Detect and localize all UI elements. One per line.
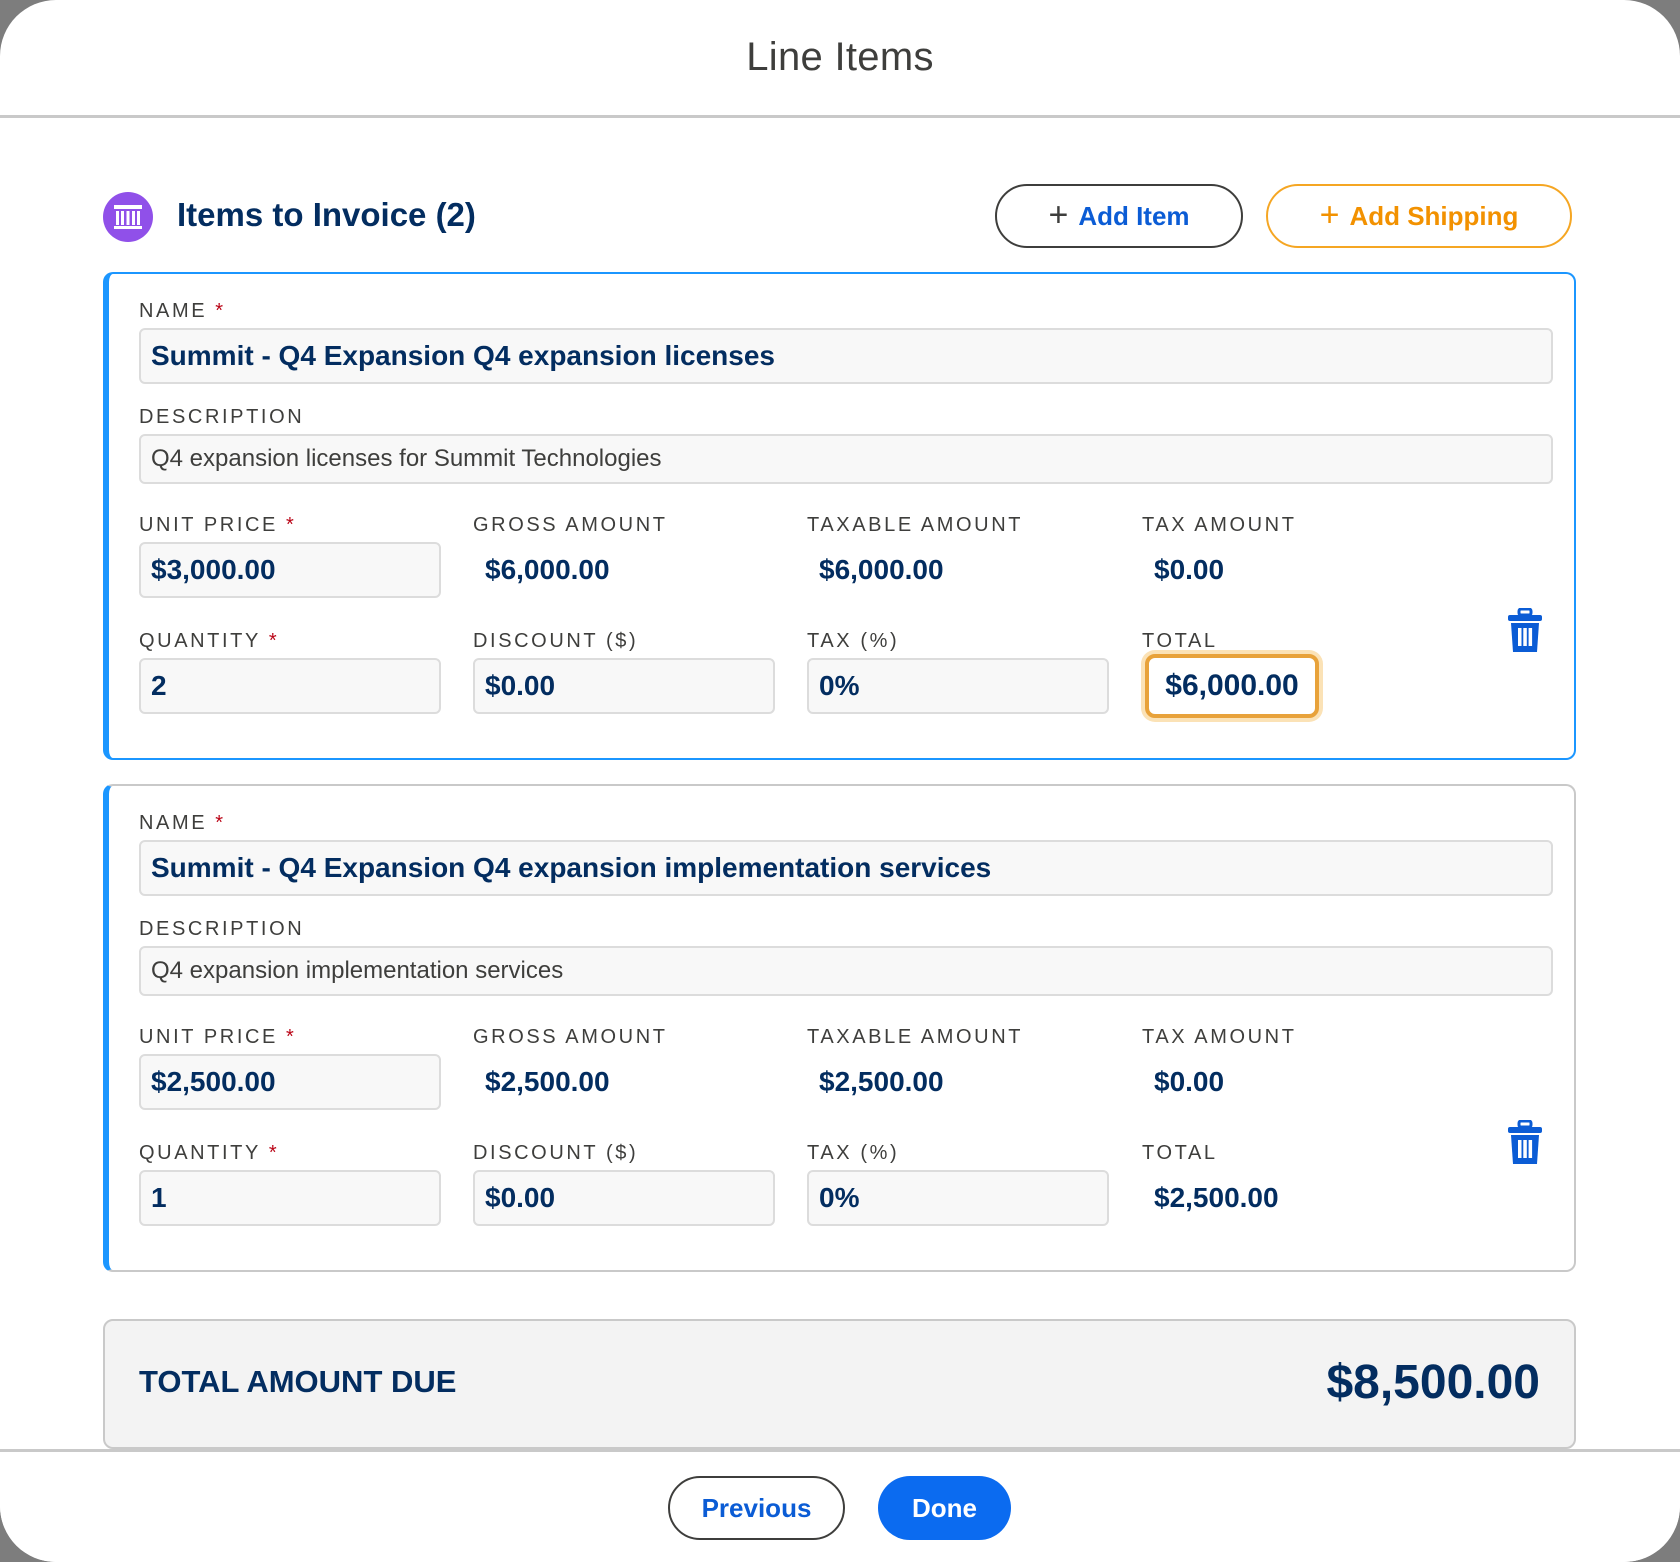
line-item-card: NAME * Summit - Q4 Expansion Q4 expansion… bbox=[103, 272, 1576, 760]
total-amount-due-value: $8,500.00 bbox=[1326, 1356, 1540, 1409]
modal-header: Line Items bbox=[0, 0, 1680, 118]
total-label: TOTAL bbox=[1142, 630, 1218, 652]
taxable-amount-label: TAXABLE AMOUNT bbox=[807, 514, 1024, 536]
required-mark: * bbox=[268, 630, 277, 652]
name-input[interactable]: Summit - Q4 Expansion Q4 expansion imple… bbox=[139, 840, 1553, 896]
quantity-label: QUANTITY * bbox=[139, 630, 277, 652]
unit-price-input[interactable]: $2,500.00 bbox=[139, 1054, 441, 1110]
required-mark: * bbox=[285, 514, 294, 536]
trash-icon[interactable] bbox=[1505, 1119, 1545, 1166]
tax-percent-label: TAX (%) bbox=[807, 630, 900, 652]
unit-price-input[interactable]: $3,000.00 bbox=[139, 542, 441, 598]
modal-footer: Previous Done bbox=[0, 1449, 1680, 1562]
total-amount-due-label: TOTAL AMOUNT DUE bbox=[139, 1364, 457, 1399]
unit-price-label: UNIT PRICE * bbox=[139, 1026, 294, 1048]
tax-amount-label: TAX AMOUNT bbox=[1142, 1026, 1297, 1048]
line-items-modal: Line Items Items to Invoice (2) + Add It… bbox=[0, 0, 1680, 1562]
total-value[interactable]: $6,000.00 bbox=[1145, 654, 1319, 718]
trash-icon[interactable] bbox=[1505, 607, 1545, 654]
taxable-amount-value: $6,000.00 bbox=[819, 554, 944, 585]
plus-icon: + bbox=[1319, 195, 1340, 234]
previous-button[interactable]: Previous bbox=[668, 1476, 845, 1540]
required-mark: * bbox=[285, 1026, 294, 1048]
required-mark: * bbox=[215, 300, 223, 322]
gross-amount-value: $2,500.00 bbox=[485, 1066, 610, 1097]
plus-icon: + bbox=[1048, 195, 1069, 234]
gross-amount-value: $6,000.00 bbox=[485, 554, 610, 585]
gross-amount-label: GROSS AMOUNT bbox=[473, 1026, 668, 1048]
add-shipping-button[interactable]: + Add Shipping bbox=[1266, 184, 1572, 248]
add-item-button[interactable]: + Add Item bbox=[995, 184, 1243, 248]
discount-input[interactable]: $0.00 bbox=[473, 1170, 775, 1226]
section-title: Items to Invoice (2) bbox=[177, 196, 476, 233]
discount-input[interactable]: $0.00 bbox=[473, 658, 775, 714]
name-label: NAME * bbox=[139, 300, 223, 322]
total-label: TOTAL bbox=[1142, 1142, 1218, 1164]
add-shipping-label: Add Shipping bbox=[1349, 200, 1519, 231]
add-item-label: Add Item bbox=[1078, 200, 1190, 231]
gross-amount-label: GROSS AMOUNT bbox=[473, 514, 668, 536]
modal-title: Line Items bbox=[746, 35, 934, 79]
description-label: DESCRIPTION bbox=[139, 406, 305, 428]
tax-amount-label: TAX AMOUNT bbox=[1142, 514, 1297, 536]
required-mark: * bbox=[215, 812, 223, 834]
taxable-amount-label: TAXABLE AMOUNT bbox=[807, 1026, 1024, 1048]
modal-body[interactable]: Items to Invoice (2) + Add Item + Add Sh… bbox=[0, 121, 1680, 1449]
tax-percent-label: TAX (%) bbox=[807, 1142, 900, 1164]
tax-percent-input[interactable]: 0% bbox=[807, 658, 1109, 714]
quantity-label: QUANTITY * bbox=[139, 1142, 277, 1164]
name-input[interactable]: Summit - Q4 Expansion Q4 expansion licen… bbox=[139, 328, 1553, 384]
required-mark: * bbox=[268, 1142, 277, 1164]
name-label: NAME * bbox=[139, 812, 223, 834]
total-amount-due-panel: TOTAL AMOUNT DUE $8,500.00 bbox=[103, 1319, 1576, 1449]
section-header: Items to Invoice (2) + Add Item + Add Sh… bbox=[103, 183, 1577, 249]
quantity-input[interactable]: 1 bbox=[139, 1170, 441, 1226]
done-button[interactable]: Done bbox=[878, 1476, 1011, 1540]
taxable-amount-value: $2,500.00 bbox=[819, 1066, 944, 1097]
description-label: DESCRIPTION bbox=[139, 918, 305, 940]
discount-label: DISCOUNT ($) bbox=[473, 1142, 639, 1164]
tax-amount-value: $0.00 bbox=[1154, 554, 1225, 585]
tax-percent-input[interactable]: 0% bbox=[807, 1170, 1109, 1226]
total-value: $2,500.00 bbox=[1154, 1182, 1279, 1213]
description-input[interactable]: Q4 expansion implementation services bbox=[139, 946, 1553, 996]
tax-amount-value: $0.00 bbox=[1154, 1066, 1225, 1097]
invoice-icon bbox=[103, 192, 153, 242]
line-item-card: NAME * Summit - Q4 Expansion Q4 expansion… bbox=[103, 784, 1576, 1272]
unit-price-label: UNIT PRICE * bbox=[139, 514, 294, 536]
description-input[interactable]: Q4 expansion licenses for Summit Technol… bbox=[139, 434, 1553, 484]
quantity-input[interactable]: 2 bbox=[139, 658, 441, 714]
discount-label: DISCOUNT ($) bbox=[473, 630, 639, 652]
